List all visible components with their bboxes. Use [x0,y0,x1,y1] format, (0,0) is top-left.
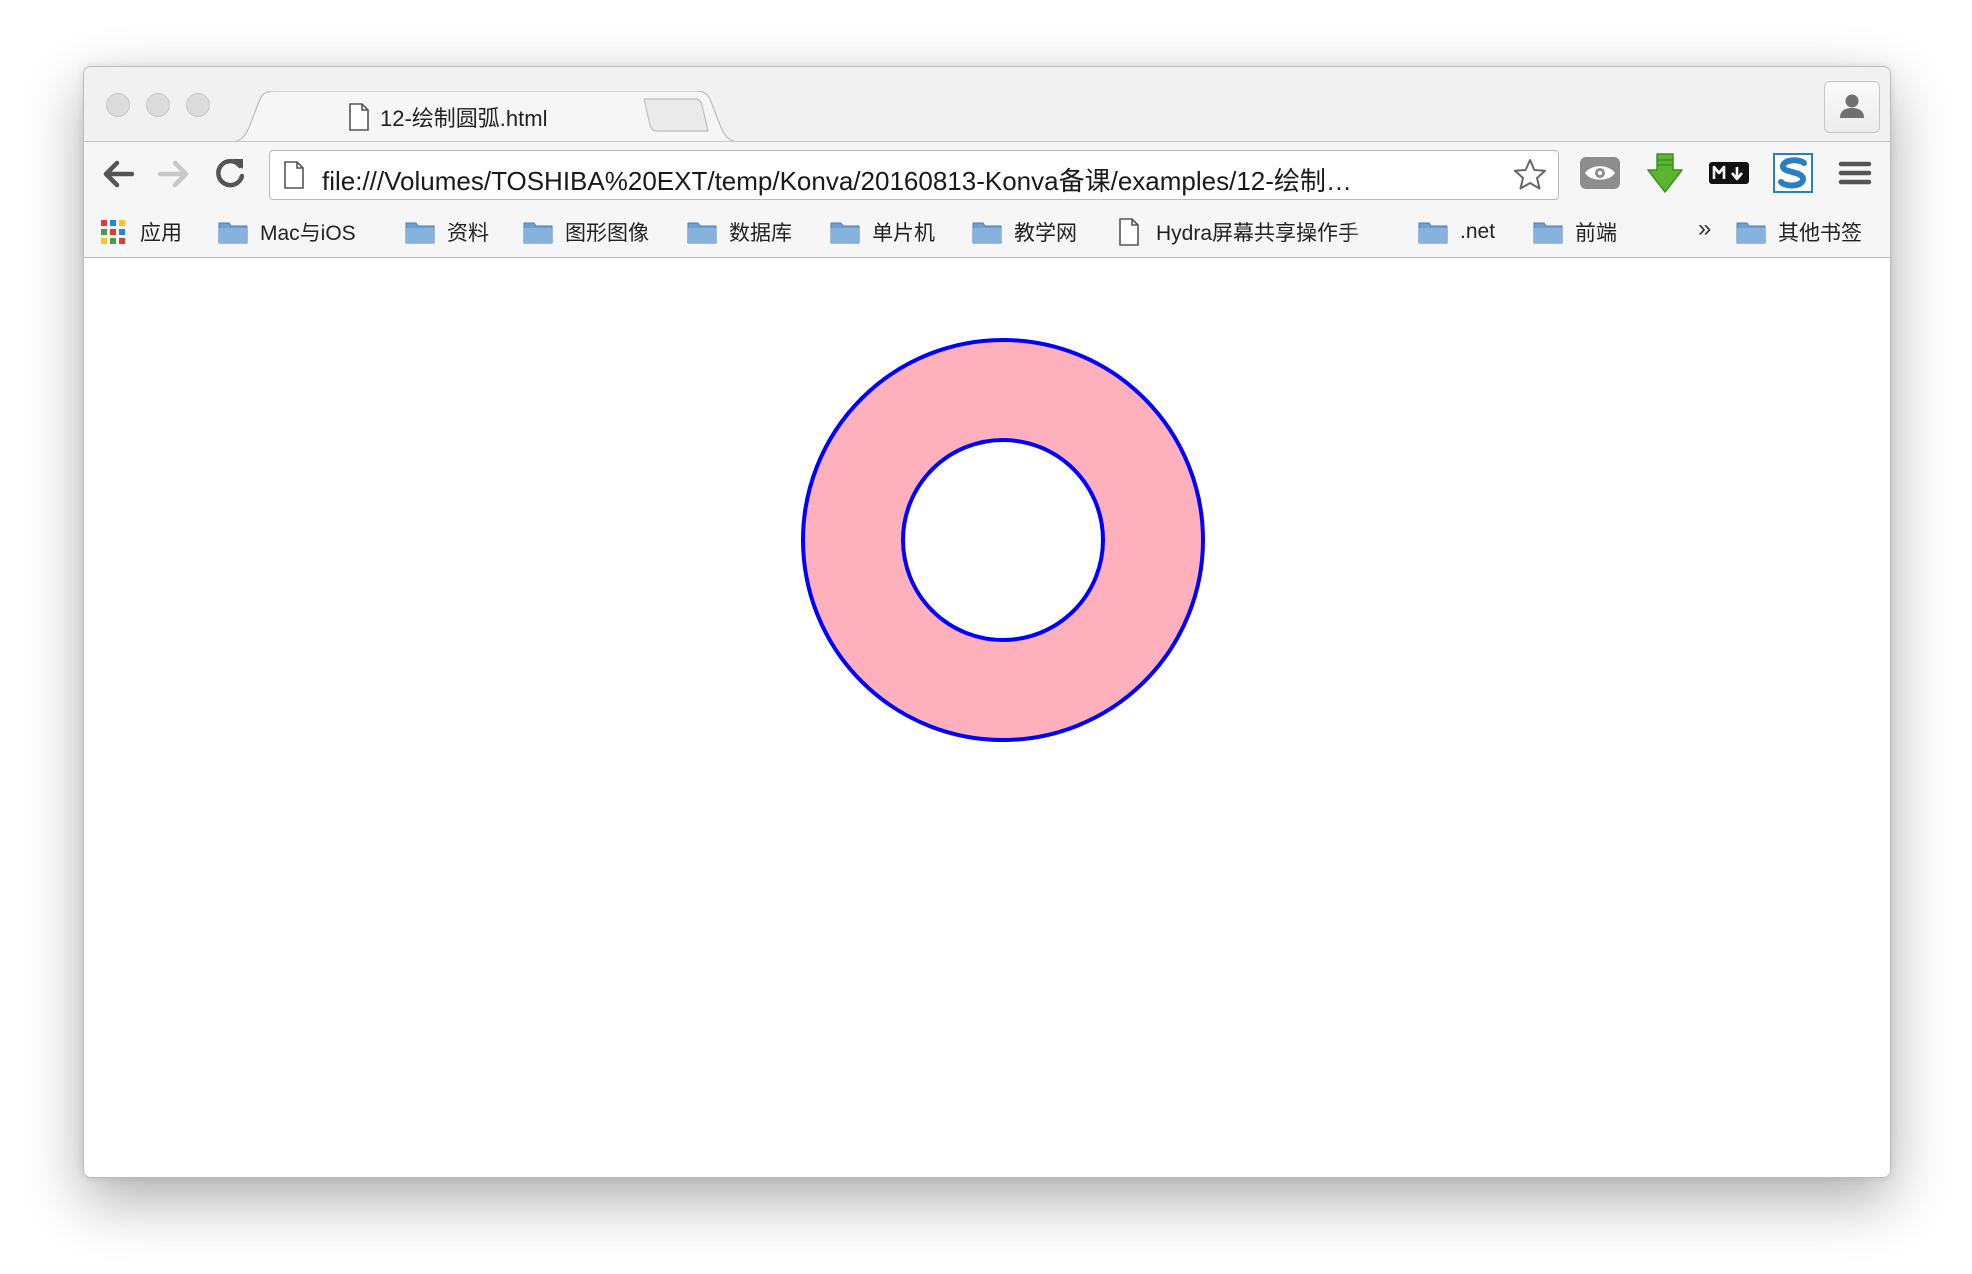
apps-grid-icon [101,220,125,244]
bookmark-folder[interactable]: 数据库 [687,215,792,249]
page-icon [1119,218,1139,246]
folder-icon [830,222,860,244]
tab-title: 12-绘制圆弧.html [380,106,548,131]
bookmark-label: Hydra屏幕共享操作手 [1156,222,1360,245]
bookmark-label: 应用 [140,222,182,245]
ring-inner-stroke [901,438,1105,642]
star-icon[interactable] [1512,157,1548,193]
bookmark-folder[interactable]: 资料 [405,215,489,249]
bookmark-apps[interactable]: 应用 [100,215,182,249]
page-content [84,258,1890,1177]
konva-canvas[interactable] [84,258,1890,1177]
minimize-window-button[interactable] [146,93,170,117]
eye-icon[interactable] [1577,150,1623,196]
profile-button[interactable] [1824,81,1880,133]
page-icon [284,161,304,189]
bookmark-label: 数据库 [729,222,792,245]
arrow-right-icon[interactable] [154,154,194,194]
folder-icon [1736,222,1766,244]
close-window-button[interactable] [106,93,130,117]
folder-icon [1418,222,1448,244]
bookmark-label: .net [1460,220,1496,243]
folder-icon [405,222,435,244]
folder-icon [218,222,248,244]
tab-strip: 12-绘制圆弧.html × [84,67,1890,143]
folder-icon [1533,222,1563,244]
folder-icon [972,222,1002,244]
bookmark-folder[interactable]: 教学网 [972,215,1077,249]
bookmark-folder[interactable]: Mac与iOS [218,215,356,249]
folder-icon [523,222,553,244]
download-arrow-icon[interactable] [1642,150,1688,196]
bookmark-page[interactable]: Hydra屏幕共享操作手 [1118,215,1386,249]
bookmark-folder[interactable]: 图形图像 [523,215,649,249]
s-logo-icon[interactable] [1770,150,1816,196]
folder-icon [687,222,717,244]
arrow-left-icon[interactable] [98,154,138,194]
bookmarks-bar: 应用 Mac与iOS 资料 图形图像 数据库 单片机 教学网 Hydra屏幕共享… [84,207,1890,258]
bookmark-label: 其他书签 [1778,222,1862,245]
bookmark-folder[interactable]: 前端 [1533,215,1617,249]
bookmark-folder[interactable]: 单片机 [830,215,935,249]
toolbar: file:///Volumes/TOSHIBA%20EXT/temp/Konva… [84,141,1890,208]
url-text[interactable]: file:///Volumes/TOSHIBA%20EXT/temp/Konva… [322,161,1492,198]
bookmark-label: 教学网 [1014,222,1077,245]
reload-icon[interactable] [210,154,250,194]
hamburger-menu-icon[interactable] [1832,150,1878,196]
bookmark-folder[interactable]: .net [1418,215,1495,249]
bookmark-other-folder[interactable]: 其他书签 [1736,215,1862,249]
browser-window: 12-绘制圆弧.html × f [83,66,1891,1178]
bookmark-label: 图形图像 [565,222,649,245]
bookmark-label: Mac与iOS [260,222,356,245]
new-tab-button[interactable] [644,97,710,133]
bookmark-label: 前端 [1575,222,1617,245]
page-icon [349,103,369,131]
zoom-window-button[interactable] [186,93,210,117]
bookmark-label: 单片机 [872,222,935,245]
address-bar[interactable]: file:///Volumes/TOSHIBA%20EXT/temp/Konva… [269,150,1559,200]
person-icon [1840,94,1864,118]
markdown-icon[interactable] [1706,150,1752,196]
bookmarks-overflow-button[interactable]: » [1698,215,1711,243]
bookmark-label: 资料 [447,222,489,245]
